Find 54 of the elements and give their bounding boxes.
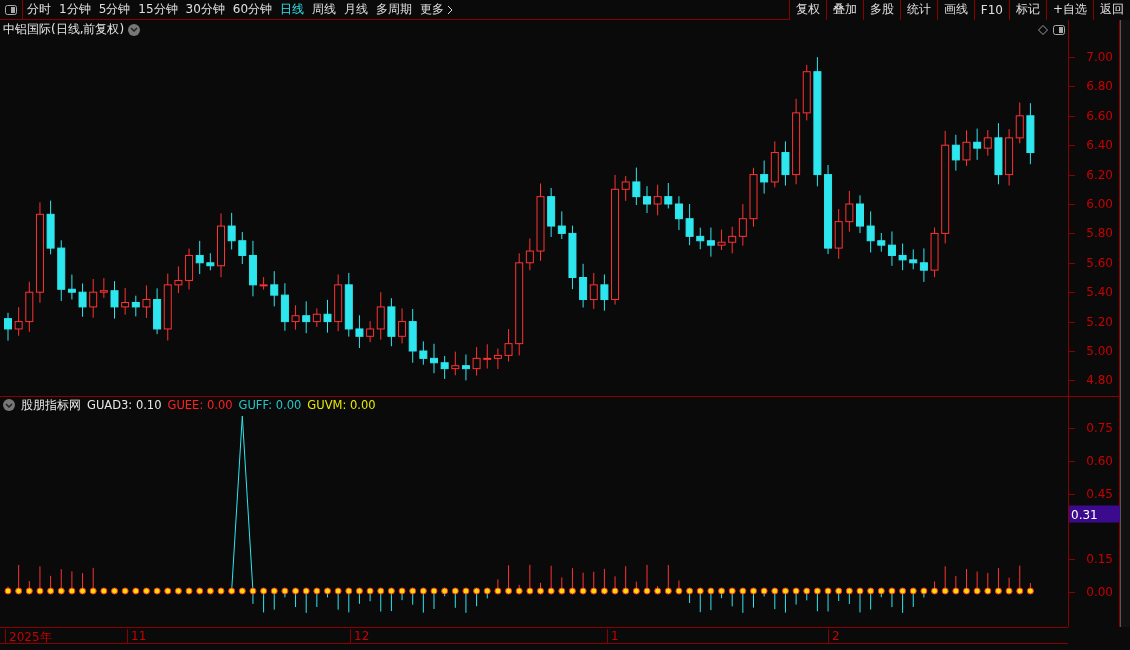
price-label: 5.00 [1086, 344, 1113, 358]
price-label: 6.40 [1086, 138, 1113, 153]
indicator-value: GUAD3: 0.10 [87, 398, 162, 412]
toolbar-button[interactable]: 叠加 [825, 0, 863, 20]
price-label: 6.80 [1086, 79, 1113, 94]
period-tab[interactable]: 日线 [276, 1, 309, 18]
dropdown-icon[interactable] [128, 23, 141, 36]
price-label: 5.20 [1086, 314, 1113, 329]
price-label: 5.40 [1086, 285, 1113, 300]
period-tab[interactable]: 周线 [308, 1, 341, 18]
price-label: 6.00 [1086, 197, 1113, 211]
toolbar-button[interactable]: 多股 [862, 0, 900, 20]
price-label: 6.20 [1086, 167, 1113, 182]
period-tab[interactable]: 更多 [416, 1, 458, 18]
indicator-label: 0.75 [1086, 421, 1113, 435]
indicator-label: 0.15 [1086, 552, 1113, 567]
price-label: 5.80 [1086, 226, 1113, 241]
price-label: 7.00 [1086, 50, 1113, 64]
period-tab[interactable]: 多周期 [372, 1, 417, 18]
indicator-value: GUEE: 0.00 [167, 398, 233, 412]
period-tab[interactable]: 5分钟 [94, 1, 135, 18]
chart-title: 中铝国际(日线,前复权) [3, 21, 125, 38]
period-tab[interactable]: 分时 [23, 1, 55, 18]
period-tab[interactable]: 30分钟 [181, 1, 229, 18]
cursor-value: 0.31 [1069, 505, 1120, 523]
indicator-label: 0.60 [1086, 453, 1113, 468]
date-label: 2 [828, 629, 840, 644]
price-label: 5.60 [1086, 255, 1113, 270]
price-label: 4.80 [1086, 373, 1113, 388]
toolbar-button[interactable]: 返回 [1093, 0, 1130, 20]
panel-toggle-icon[interactable] [1053, 25, 1065, 35]
price-label: 6.60 [1086, 108, 1113, 123]
indicator-value: GUVM: 0.00 [307, 398, 376, 412]
indicator-value: GUFF: 0.00 [238, 398, 302, 412]
indicator-name: 股朋指标网 [21, 396, 81, 414]
date-label: 11 [127, 629, 147, 644]
toolbar-button[interactable]: +自选 [1045, 0, 1093, 20]
chevron-right-icon [447, 4, 454, 15]
indicator-label: 0.00 [1086, 585, 1113, 599]
diamond-icon[interactable] [1038, 25, 1048, 35]
date-label: 2025年 [5, 629, 52, 644]
toolbar-button[interactable]: 标记 [1008, 0, 1046, 20]
period-tab[interactable]: 1分钟 [55, 1, 95, 18]
toolbar-button[interactable]: 复权 [788, 0, 826, 20]
date-label: 1 [607, 629, 619, 644]
period-tab[interactable]: 60分钟 [228, 1, 277, 18]
toolbar-button[interactable]: F10 [973, 0, 1009, 20]
date-label: 12 [350, 629, 370, 644]
toolbar-button[interactable]: 画线 [936, 0, 974, 20]
indicator-label: 0.45 [1086, 486, 1113, 501]
period-tab[interactable]: 月线 [340, 1, 373, 18]
toolbar-button[interactable]: 统计 [899, 0, 937, 20]
dropdown-icon[interactable] [3, 399, 15, 411]
period-tab[interactable]: 15分钟 [134, 1, 182, 18]
